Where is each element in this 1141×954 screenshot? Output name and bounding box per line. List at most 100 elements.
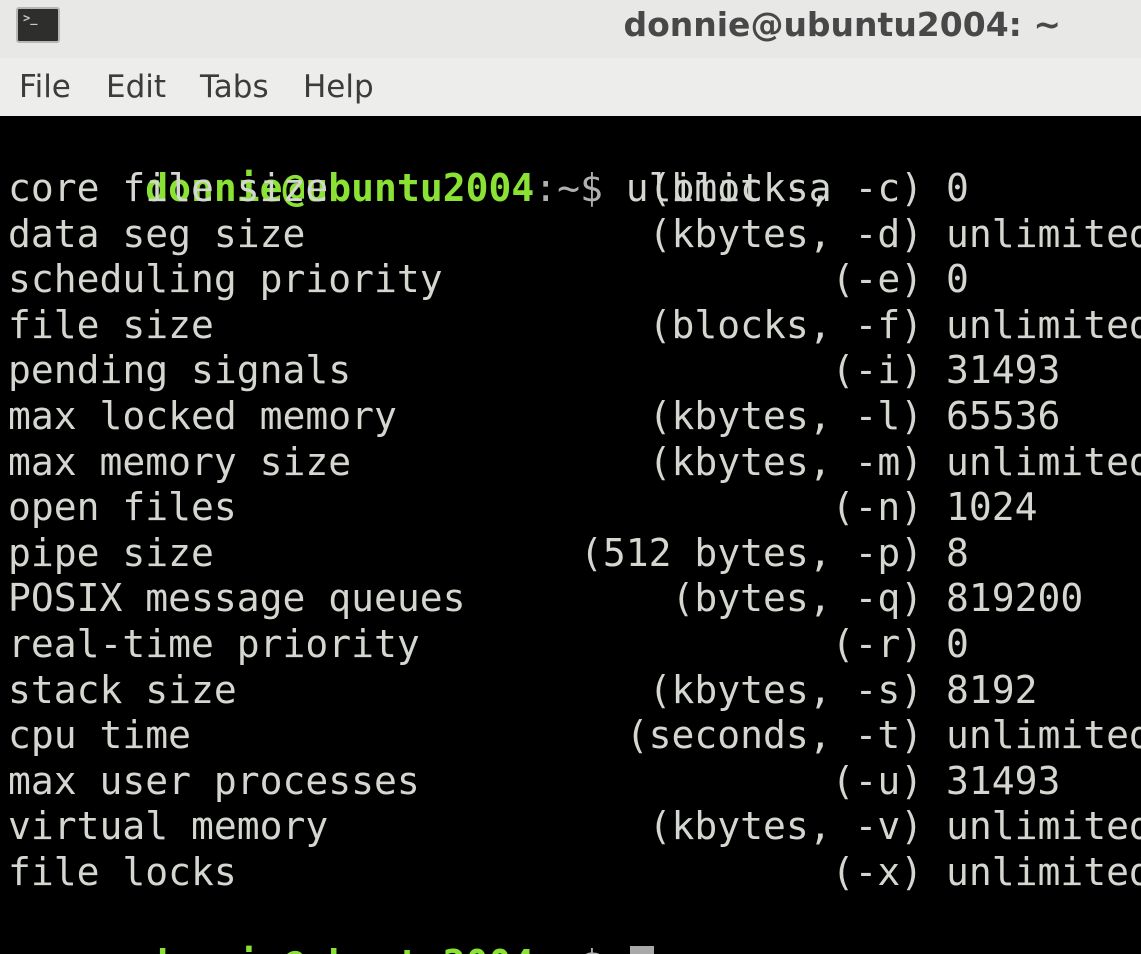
menu-tabs[interactable]: Tabs	[200, 69, 269, 105]
limit-name: file size	[8, 302, 214, 347]
terminal-icon: >_	[16, 7, 60, 43]
limit-name: scheduling priority	[8, 257, 443, 302]
limit-value: unlimited	[946, 804, 1141, 849]
limit-name: stack size	[8, 667, 237, 712]
column-gap	[923, 531, 946, 575]
limit-value: 0	[946, 622, 969, 666]
limit-value: 8192	[946, 667, 1038, 712]
limit-value: unlimited	[946, 439, 1141, 484]
limit-unit: (kbytes, -v)	[648, 804, 924, 849]
limit-name: cpu time	[8, 713, 192, 758]
limit-value: 31493	[946, 348, 1061, 393]
limit-value: unlimited	[946, 302, 1141, 347]
limit-unit: (kbytes, -s)	[648, 667, 924, 712]
column-gap	[923, 668, 946, 712]
column-padding	[214, 303, 649, 347]
column-gap	[923, 166, 946, 210]
limit-row: max user processes (-u) 31493	[8, 759, 1060, 804]
limit-unit: (-x)	[831, 850, 924, 894]
limit-unit: (512 bytes, -p)	[579, 530, 924, 575]
limit-row: open files (-n) 1024	[8, 485, 1038, 530]
menu-file[interactable]: File	[19, 69, 71, 105]
column-gap	[923, 622, 946, 666]
limit-value: 1024	[946, 485, 1038, 530]
prompt-line: donnie@ubuntu2004:~$	[8, 897, 654, 954]
column-padding	[237, 485, 832, 529]
column-padding	[237, 850, 832, 894]
prompt-user-host: donnie@ubuntu2004	[145, 942, 534, 954]
limit-row: file size (blocks, -f) unlimited	[8, 303, 1141, 348]
limit-value: 0	[946, 257, 969, 302]
window-title: donnie@ubuntu2004: ~	[623, 5, 1061, 44]
command-line: donnie@ubuntu2004:~$ ulimit -a	[8, 121, 831, 210]
limit-unit: (bytes, -q)	[671, 576, 924, 621]
limit-value: 8	[946, 530, 969, 575]
limit-unit: (-i)	[831, 348, 924, 393]
column-padding	[237, 668, 649, 712]
limit-unit: (kbytes, -l)	[648, 394, 924, 438]
limit-unit: (seconds, -t)	[625, 713, 924, 758]
limit-value: unlimited	[946, 713, 1141, 758]
limit-row: pipe size (512 bytes, -p) 8	[8, 531, 969, 576]
limit-name: max user processes	[8, 758, 420, 803]
limit-value: unlimited	[946, 850, 1141, 894]
column-gap	[923, 303, 946, 347]
column-padding	[191, 713, 626, 757]
limit-value: 31493	[946, 758, 1061, 803]
column-padding	[328, 166, 648, 210]
limit-name: data seg size	[8, 211, 306, 256]
column-padding	[397, 394, 649, 438]
column-gap	[923, 212, 946, 256]
column-gap	[923, 713, 946, 757]
column-gap	[923, 440, 946, 484]
column-padding	[443, 257, 832, 301]
column-padding	[351, 440, 648, 484]
column-padding	[214, 531, 580, 575]
limit-row: max locked memory (kbytes, -l) 65536	[8, 394, 1060, 439]
prompt-path: :~$	[534, 942, 626, 954]
title-bar[interactable]: >_ donnie@ubuntu2004: ~	[0, 0, 1141, 58]
limit-unit: (kbytes, -d)	[648, 211, 924, 256]
limit-value: 0	[946, 166, 969, 210]
limit-row: cpu time (seconds, -t) unlimited	[8, 713, 1141, 758]
limit-unit: (blocks, -c)	[648, 166, 924, 210]
column-gap	[923, 804, 946, 848]
limit-name: file locks	[8, 850, 237, 894]
column-padding	[351, 348, 831, 392]
limit-value: 65536	[946, 394, 1061, 438]
limit-unit: (-r)	[831, 622, 924, 666]
limit-value: unlimited	[946, 211, 1141, 256]
limit-name: POSIX message queues	[8, 576, 466, 621]
column-gap	[923, 759, 946, 803]
column-gap	[923, 348, 946, 392]
column-gap	[923, 257, 946, 301]
column-gap	[923, 485, 946, 529]
column-gap	[923, 576, 946, 620]
text-cursor	[629, 946, 654, 954]
limit-name: real-time priority	[8, 622, 420, 666]
menu-bar: File Edit Tabs Help	[0, 58, 1141, 116]
limit-unit: (-n)	[831, 485, 924, 530]
limit-row: virtual memory (kbytes, -v) unlimited	[8, 804, 1141, 849]
limit-row: scheduling priority (-e) 0	[8, 257, 969, 302]
limit-row: data seg size (kbytes, -d) unlimited	[8, 212, 1141, 257]
menu-edit[interactable]: Edit	[106, 69, 166, 105]
limit-unit: (-e)	[831, 257, 924, 302]
column-padding	[420, 622, 832, 666]
limit-name: pending signals	[8, 348, 352, 393]
terminal-window: >_ donnie@ubuntu2004: ~ File Edit Tabs H…	[0, 0, 1141, 954]
limit-row: pending signals (-i) 31493	[8, 348, 1060, 393]
limit-row: max memory size (kbytes, -m) unlimited	[8, 440, 1141, 485]
column-gap	[923, 394, 946, 438]
menu-help[interactable]: Help	[303, 69, 374, 105]
column-padding	[466, 576, 672, 620]
limit-name: virtual memory	[8, 804, 329, 849]
limit-value: 819200	[946, 576, 1084, 621]
column-padding	[305, 212, 648, 256]
limit-unit: (-u)	[831, 758, 924, 803]
limit-name: pipe size	[8, 530, 214, 575]
terminal-area[interactable]: donnie@ubuntu2004:~$ ulimit -a core file…	[0, 116, 1141, 954]
limit-row: stack size (kbytes, -s) 8192	[8, 668, 1038, 713]
limit-name: core file size	[8, 166, 329, 210]
limit-unit: (blocks, -f)	[648, 302, 924, 347]
